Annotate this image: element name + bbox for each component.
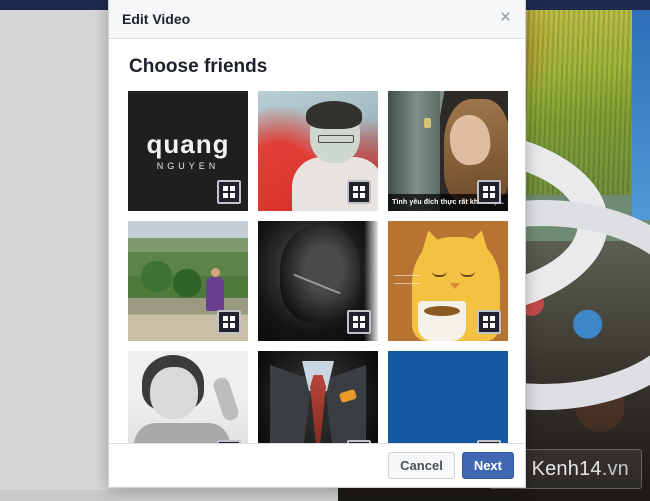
grid-icon[interactable] bbox=[477, 440, 501, 443]
thumbnail-item[interactable] bbox=[388, 221, 508, 341]
friend-thumbnail-grid: quang NGUYEN Tình yêu đích thực rất khó … bbox=[128, 91, 513, 443]
thumbnail-item[interactable] bbox=[128, 351, 248, 443]
cat-nose-shape bbox=[450, 283, 460, 289]
dialog-title: Edit Video bbox=[122, 11, 191, 27]
grid-icon[interactable] bbox=[217, 440, 241, 443]
thumbnail-item[interactable] bbox=[388, 351, 508, 443]
cat-whisker-2 bbox=[394, 283, 420, 284]
thumbnail-logo-line-1: quang bbox=[146, 129, 230, 159]
landscape-person-shape bbox=[206, 268, 224, 311]
grid-icon[interactable] bbox=[217, 310, 241, 334]
grid-icon[interactable] bbox=[217, 180, 241, 204]
portrait-glasses-shape bbox=[318, 135, 354, 143]
thumbnail-item[interactable] bbox=[128, 221, 248, 341]
coffee-cup-shape bbox=[418, 301, 466, 341]
scene-doorknob-shape bbox=[424, 118, 431, 128]
section-title: Choose friends bbox=[129, 56, 268, 77]
grid-icon[interactable] bbox=[347, 180, 371, 204]
cancel-button[interactable]: Cancel bbox=[388, 452, 455, 479]
close-icon[interactable]: × bbox=[498, 8, 513, 30]
grid-icon[interactable] bbox=[477, 310, 501, 334]
next-button[interactable]: Next bbox=[461, 452, 514, 479]
necktie-shape bbox=[310, 375, 326, 443]
thumbnail-item[interactable] bbox=[258, 221, 378, 341]
child-face-shape bbox=[150, 367, 198, 419]
grid-icon[interactable] bbox=[477, 180, 501, 204]
dark-portrait-face-shape bbox=[280, 225, 360, 323]
grid-icon[interactable] bbox=[347, 440, 371, 443]
thumbnail-logo-line-2: NGUYEN bbox=[156, 161, 220, 171]
dialog-header: Edit Video × bbox=[109, 0, 525, 39]
thumbnail-item[interactable]: Tình yêu đích thực rất khó nhận. bbox=[388, 91, 508, 211]
kenh14-watermark-text: Kenh14.vn bbox=[532, 458, 629, 481]
watermark-name: Kenh14 bbox=[531, 457, 602, 480]
scene-door-shape bbox=[388, 91, 440, 211]
thumbnail-item[interactable]: quang NGUYEN bbox=[128, 91, 248, 211]
landscape-foliage-shape bbox=[134, 259, 210, 303]
thumbnail-item[interactable] bbox=[258, 91, 378, 211]
grid-icon[interactable] bbox=[347, 310, 371, 334]
child-arm-shape bbox=[211, 375, 241, 423]
dialog-footer: Cancel Next bbox=[109, 443, 525, 487]
watermark-tld: .vn bbox=[601, 457, 629, 480]
video-sky-strip bbox=[632, 10, 650, 220]
thumbnail-item[interactable] bbox=[258, 351, 378, 443]
portrait-hair-shape bbox=[306, 101, 362, 129]
dialog-body: Choose friends quang NGUYEN Tình yêu đíc… bbox=[109, 39, 525, 443]
child-shirt-shape bbox=[134, 423, 230, 443]
screen: ends Day, Facebook's 13th out you and yo… bbox=[0, 0, 650, 501]
cat-whisker-1 bbox=[394, 275, 420, 276]
edit-video-dialog: Edit Video × Choose friends quang NGUYEN bbox=[108, 0, 526, 488]
